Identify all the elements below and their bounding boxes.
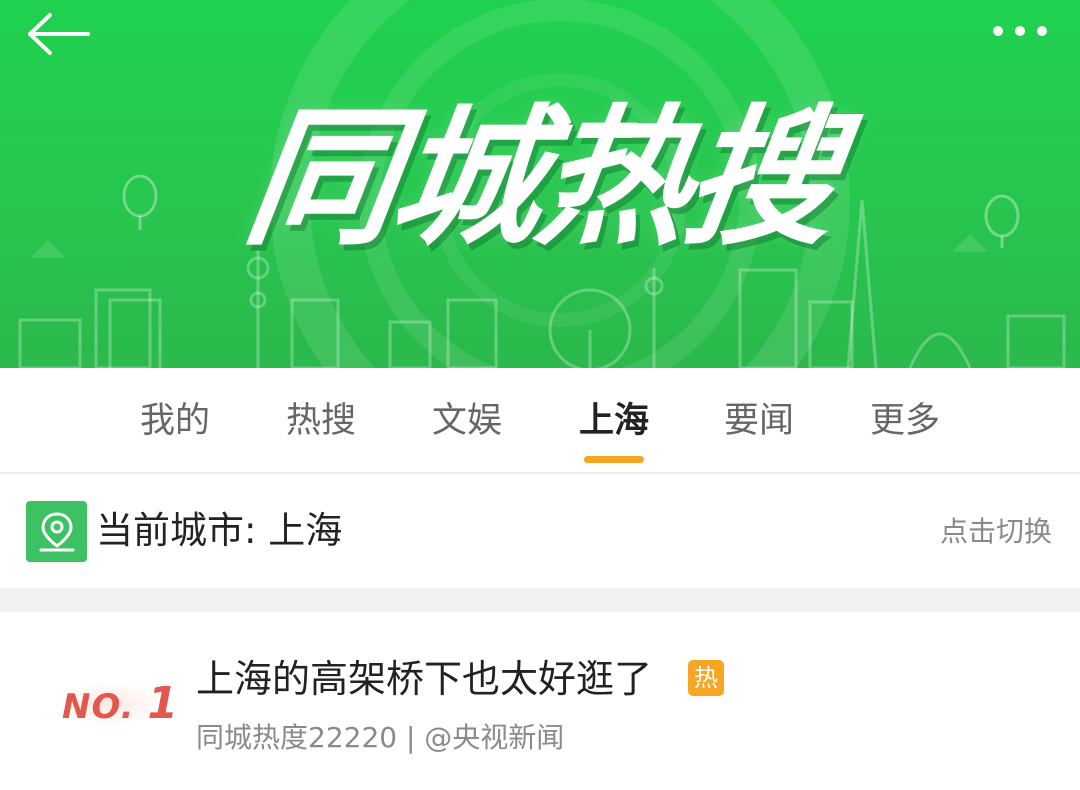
rank-number: 1 xyxy=(147,678,179,729)
rank-label: NO. 1 xyxy=(62,678,179,729)
back-button[interactable] xyxy=(22,6,96,62)
banner-title: 同城热搜 xyxy=(235,92,845,266)
hot-badge: 热 xyxy=(688,660,724,696)
tab-mine[interactable]: 我的 xyxy=(115,392,235,452)
tab-headlines[interactable]: 要闻 xyxy=(699,392,819,452)
item-meta: 同城热度22220 | @央视新闻 xyxy=(196,721,565,754)
current-city-label: 当前城市: 上海 xyxy=(96,509,343,552)
rank-prefix: NO. xyxy=(62,687,135,727)
section-divider xyxy=(0,588,1080,612)
arrow-left-icon xyxy=(28,13,90,55)
more-dots-icon xyxy=(1037,26,1047,36)
location-pin-icon xyxy=(26,501,87,562)
more-options-button[interactable] xyxy=(980,14,1060,48)
category-tabs: 我的 热搜 文娱 上海 要闻 更多 xyxy=(0,368,1080,474)
header-banner: 同城热搜 xyxy=(0,0,1080,368)
more-dots-icon xyxy=(1015,26,1025,36)
active-tab-indicator xyxy=(584,456,644,463)
more-dots-icon xyxy=(993,26,1003,36)
item-title[interactable]: 上海的高架桥下也太好逛了 xyxy=(196,654,652,704)
list-item[interactable]: NO. 1 上海的高架桥下也太好逛了 热 同城热度22220 | @央视新闻 xyxy=(0,612,1080,790)
tab-entertainment[interactable]: 文娱 xyxy=(407,392,527,452)
tab-hot-search[interactable]: 热搜 xyxy=(261,392,381,452)
tab-shanghai[interactable]: 上海 xyxy=(554,392,674,452)
current-city-row: 当前城市: 上海 点击切换 xyxy=(0,474,1080,588)
switch-city-link[interactable]: 点击切换 xyxy=(940,514,1052,550)
tab-more[interactable]: 更多 xyxy=(845,392,965,452)
